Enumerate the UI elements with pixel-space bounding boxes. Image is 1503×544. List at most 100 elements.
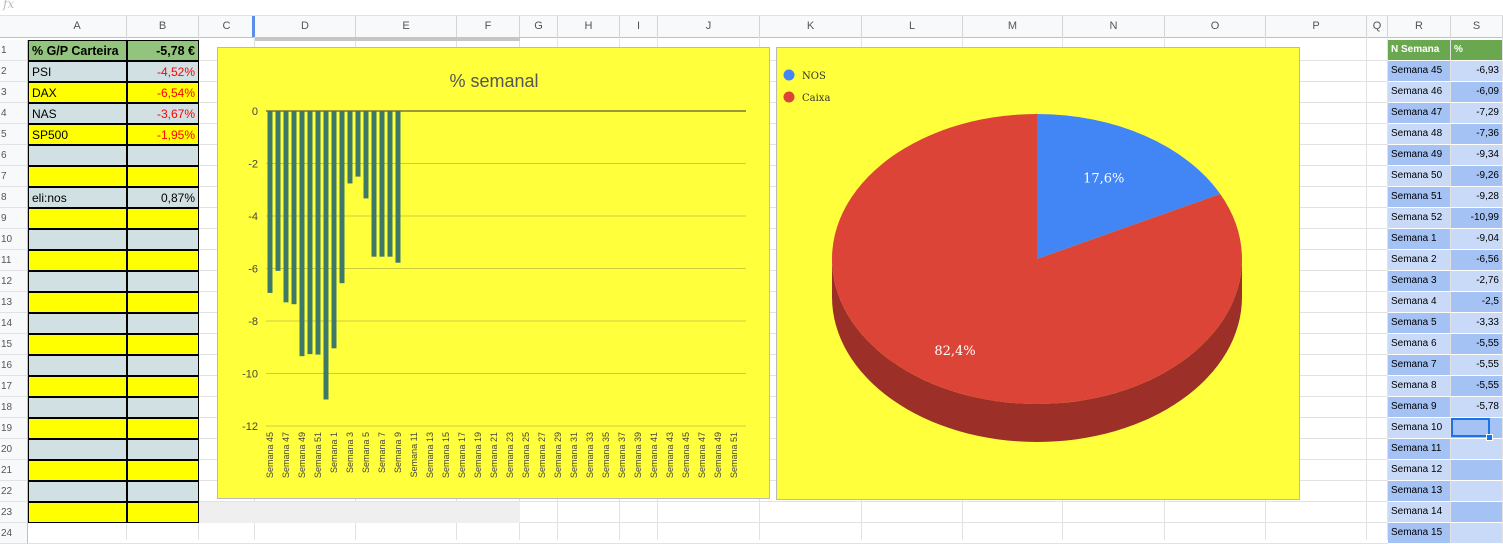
weekly-week-cell[interactable]: Semana 6 (1388, 334, 1451, 355)
row-header-22[interactable]: 22 (0, 481, 28, 502)
weekly-week-cell[interactable]: Semana 46 (1388, 82, 1451, 103)
pie-legend-swatch-nos[interactable] (783, 69, 795, 81)
portfolio-value-cell[interactable]: -1,95% (127, 124, 199, 145)
empty-cell[interactable] (127, 250, 199, 271)
weekly-week-cell[interactable]: Semana 2 (1388, 250, 1451, 271)
portfolio-value-cell[interactable]: -4,52% (127, 61, 199, 82)
portfolio-header-value[interactable]: -5,78 € (127, 40, 199, 61)
weekly-week-cell[interactable]: Semana 7 (1388, 355, 1451, 376)
weekly-week-cell[interactable]: Semana 12 (1388, 460, 1451, 481)
portfolio-label-cell[interactable] (28, 145, 127, 166)
bar-2[interactable] (283, 111, 289, 303)
weekly-pct-cell[interactable]: -5,78 (1451, 397, 1503, 418)
empty-cell[interactable] (28, 271, 127, 292)
row-header-24[interactable]: 24 (0, 523, 28, 544)
column-header-b[interactable]: B (127, 16, 199, 37)
weekly-week-cell[interactable]: Semana 13 (1388, 481, 1451, 502)
row-header-13[interactable]: 13 (0, 292, 28, 313)
weekly-pct-cell[interactable]: -6,93 (1451, 61, 1503, 82)
column-header-l[interactable]: L (862, 16, 963, 37)
row-header-11[interactable]: 11 (0, 250, 28, 271)
empty-cell[interactable] (28, 460, 127, 481)
row-header-14[interactable]: 14 (0, 313, 28, 334)
row-header-10[interactable]: 10 (0, 229, 28, 250)
row-header-4[interactable]: 4 (0, 103, 28, 124)
column-header-q[interactable]: Q (1367, 16, 1388, 37)
row-header-17[interactable]: 17 (0, 376, 28, 397)
column-header-j[interactable]: J (658, 16, 760, 37)
row-header-8[interactable]: 8 (0, 187, 28, 208)
empty-cell[interactable] (127, 502, 199, 523)
pie-chart[interactable]: NOS Caixa 17,6% 82,4% (776, 47, 1300, 500)
empty-cell[interactable] (28, 208, 127, 229)
row-header-6[interactable]: 6 (0, 145, 28, 166)
row-header-16[interactable]: 16 (0, 355, 28, 376)
portfolio-label-cell[interactable] (28, 166, 127, 187)
bar-7[interactable] (323, 111, 329, 400)
portfolio-value-cell[interactable]: -6,54% (127, 82, 199, 103)
column-header-o[interactable]: O (1165, 16, 1266, 37)
weekly-pct-cell[interactable] (1451, 460, 1503, 481)
column-header-e[interactable]: E (356, 16, 457, 37)
portfolio-value-cell[interactable] (127, 145, 199, 166)
weekly-pct-cell[interactable]: -9,28 (1451, 187, 1503, 208)
row-header-12[interactable]: 12 (0, 271, 28, 292)
weekly-pct-cell[interactable]: -2,76 (1451, 271, 1503, 292)
weekly-week-cell[interactable]: Semana 47 (1388, 103, 1451, 124)
weekly-week-cell[interactable]: Semana 3 (1388, 271, 1451, 292)
column-header-c[interactable]: C (199, 16, 255, 37)
row-header-15[interactable]: 15 (0, 334, 28, 355)
weekly-pct-cell[interactable]: -5,55 (1451, 376, 1503, 397)
empty-cell[interactable] (28, 376, 127, 397)
row-header-18[interactable]: 18 (0, 397, 28, 418)
weekly-pct-cell[interactable] (1451, 439, 1503, 460)
bar-15[interactable] (387, 111, 393, 257)
empty-cell[interactable] (28, 418, 127, 439)
portfolio-value-cell[interactable]: 0,87% (127, 187, 199, 208)
column-header-k[interactable]: K (760, 16, 862, 37)
pie-legend-label[interactable]: NOS (802, 71, 826, 82)
weekly-pct-cell[interactable]: -5,55 (1451, 355, 1503, 376)
bar-5[interactable] (307, 111, 313, 355)
bar-8[interactable] (331, 111, 337, 349)
row-header-7[interactable]: 7 (0, 166, 28, 187)
pie-legend-label[interactable]: Caixa (802, 93, 830, 104)
empty-cell[interactable] (127, 355, 199, 376)
weekly-week-cell[interactable]: Semana 14 (1388, 502, 1451, 523)
row-header-5[interactable]: 5 (0, 124, 28, 145)
empty-cell[interactable] (127, 439, 199, 460)
weekly-week-cell[interactable]: Semana 52 (1388, 208, 1451, 229)
column-header-i[interactable]: I (620, 16, 658, 37)
weekly-week-cell[interactable]: Semana 10 (1388, 418, 1451, 439)
bar-0[interactable] (267, 111, 273, 293)
weekly-pct-cell[interactable]: -7,29 (1451, 103, 1503, 124)
bar-4[interactable] (299, 111, 305, 357)
freeze-handle[interactable] (252, 16, 255, 37)
empty-cell[interactable] (28, 313, 127, 334)
empty-cell[interactable] (127, 481, 199, 502)
portfolio-label-cell[interactable]: DAX (28, 82, 127, 103)
portfolio-value-cell[interactable] (127, 166, 199, 187)
portfolio-value-cell[interactable]: -3,67% (127, 103, 199, 124)
bar-14[interactable] (379, 111, 385, 257)
empty-cell[interactable] (127, 271, 199, 292)
row-header-1[interactable]: 1 (0, 40, 28, 61)
bar-9[interactable] (339, 111, 345, 284)
row-header-19[interactable]: 19 (0, 418, 28, 439)
weekly-header-pct[interactable]: % (1451, 40, 1503, 61)
bar-11[interactable] (355, 111, 361, 177)
weekly-week-cell[interactable]: Semana 11 (1388, 439, 1451, 460)
weekly-pct-cell[interactable]: -10,99 (1451, 208, 1503, 229)
weekly-pct-cell[interactable]: -9,34 (1451, 145, 1503, 166)
empty-cell[interactable] (127, 376, 199, 397)
portfolio-header-label[interactable]: % G/P Carteira (28, 40, 127, 61)
row-header-2[interactable]: 2 (0, 61, 28, 82)
row-header-23[interactable]: 23 (0, 502, 28, 523)
empty-cell[interactable] (127, 460, 199, 481)
weekly-pct-cell[interactable]: -9,04 (1451, 229, 1503, 250)
portfolio-label-cell[interactable]: eli:nos (28, 187, 127, 208)
portfolio-label-cell[interactable]: PSI (28, 61, 127, 82)
column-header-d[interactable]: D (255, 16, 356, 37)
bar-13[interactable] (371, 111, 377, 257)
weekly-week-cell[interactable]: Semana 50 (1388, 166, 1451, 187)
